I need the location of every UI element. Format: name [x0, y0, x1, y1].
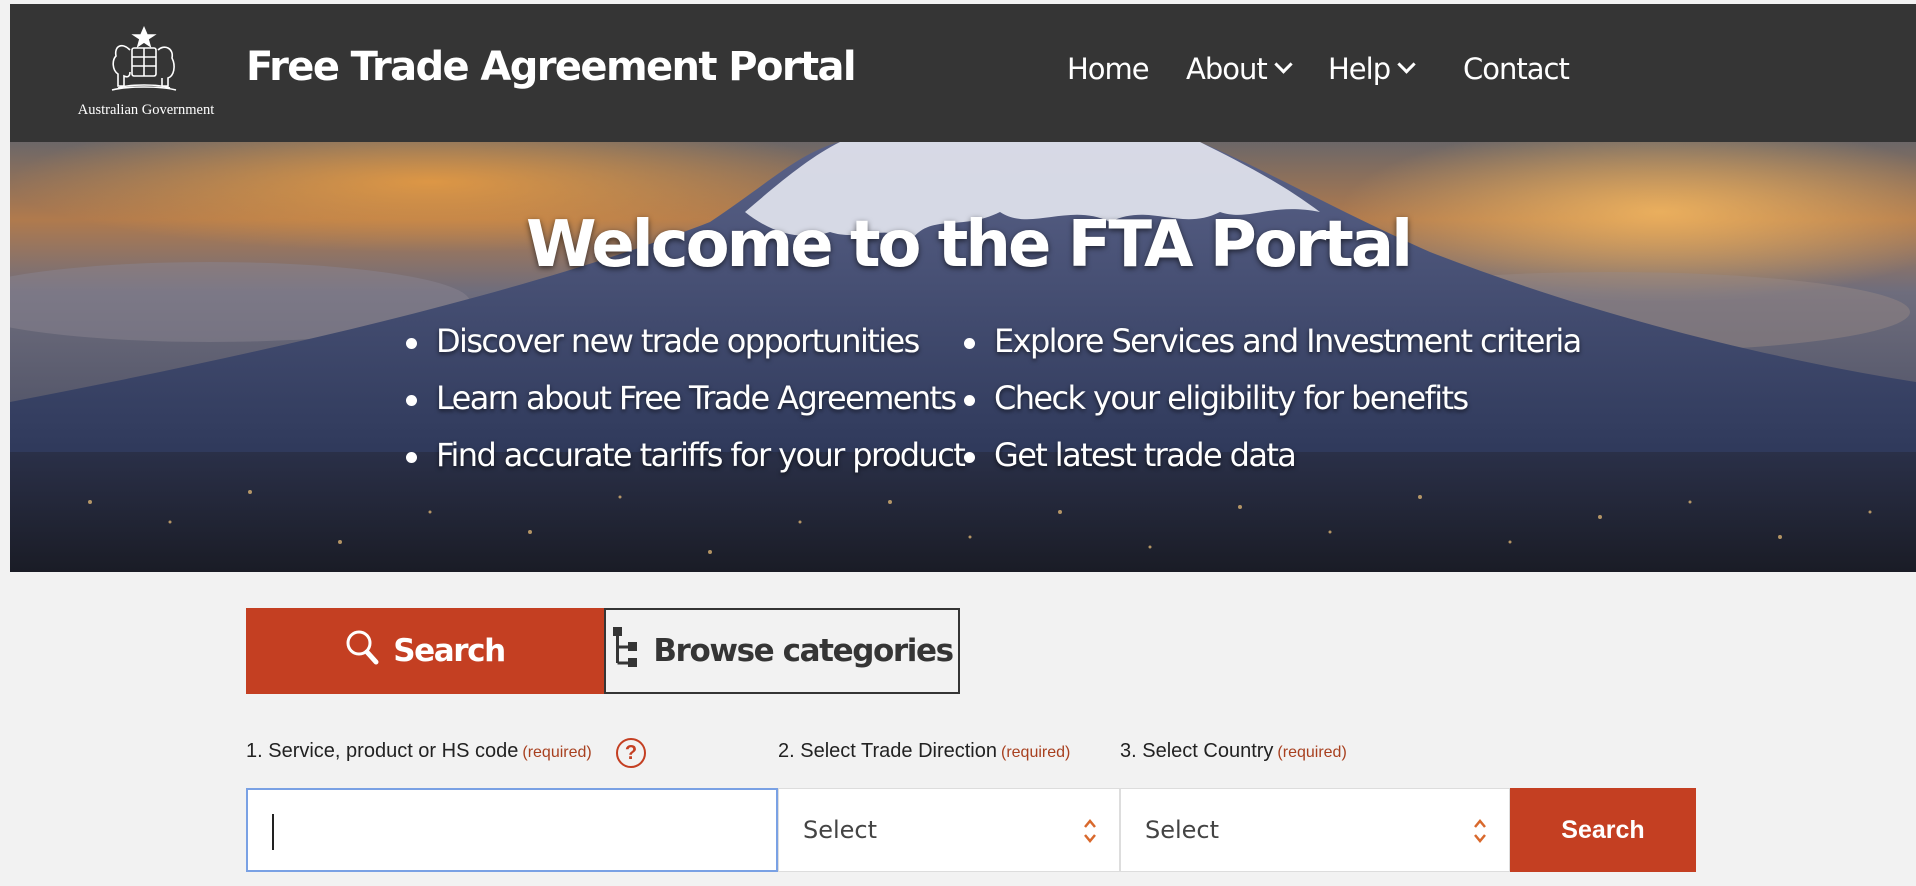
hero-bullet: Find accurate tariffs for your product [404, 436, 966, 493]
tab-search-label: Search [393, 633, 506, 669]
hero-bullet: Learn about Free Trade Agreements [404, 379, 964, 436]
tab-browse-categories[interactable]: Browse categories [604, 608, 960, 694]
required-note: (required) [1001, 744, 1071, 761]
field-product-label: 1. Service, product or HS code (required) [246, 740, 592, 763]
trade-direction-select[interactable]: Select [778, 788, 1120, 872]
trade-direction-value: Select [803, 816, 878, 844]
nav-contact[interactable]: Contact [1463, 52, 1570, 92]
search-icon [345, 629, 379, 673]
country-value: Select [1145, 816, 1220, 844]
field-product-label-text: 1. Service, product or HS code [246, 740, 519, 762]
nav-home-label: Home [1067, 52, 1150, 86]
nav-home[interactable]: Home [1067, 52, 1150, 92]
hero-bullet: Explore Services and Investment criteria [962, 322, 1582, 379]
nav-about-label: About [1186, 52, 1268, 86]
page: Australian Government Free Trade Agreeme… [10, 4, 1916, 886]
hero-banner: Welcome to the FTA Portal Discover new t… [10, 142, 1916, 572]
tab-browse-label: Browse categories [653, 633, 954, 669]
select-arrows-icon [1474, 819, 1486, 843]
site-title[interactable]: Free Trade Agreement Portal [246, 44, 857, 90]
field-country-label: 3. Select Country (required) [1120, 740, 1347, 763]
hero-bullets-left: Discover new trade opportunities Learn a… [404, 322, 966, 493]
product-search-input[interactable] [246, 788, 778, 872]
chevron-down-icon [1397, 55, 1416, 74]
country-select[interactable]: Select [1120, 788, 1510, 872]
required-note: (required) [522, 744, 592, 761]
hero-bullet: Get latest trade data [962, 436, 1581, 493]
hero-title: Welcome to the FTA Portal [526, 208, 1413, 282]
help-question-icon[interactable]: ? [616, 738, 646, 768]
hero-bullets-right: Explore Services and Investment criteria… [962, 322, 1582, 493]
nav-help[interactable]: Help [1328, 52, 1416, 92]
field-direction-label-text: 2. Select Trade Direction [778, 740, 997, 762]
search-button[interactable]: Search [1510, 788, 1696, 872]
chevron-down-icon [1274, 55, 1293, 74]
hero-bullet: Discover new trade opportunities [404, 322, 964, 379]
coat-of-arms-icon [111, 26, 177, 91]
tree-icon [611, 625, 639, 677]
hero-bullet: Check your eligibility for benefits [962, 379, 1581, 436]
field-country-label-text: 3. Select Country [1120, 740, 1274, 762]
required-note: (required) [1277, 744, 1347, 761]
tab-search[interactable]: Search [246, 608, 604, 694]
nav-help-label: Help [1328, 52, 1391, 86]
government-name: Australian Government [77, 102, 215, 118]
field-direction-label: 2. Select Trade Direction (required) [778, 740, 1070, 763]
nav-contact-label: Contact [1463, 52, 1570, 86]
site-header: Australian Government Free Trade Agreeme… [10, 4, 1916, 142]
select-arrows-icon [1084, 819, 1096, 843]
australian-government-logo[interactable]: Australian Government [66, 26, 216, 126]
text-cursor [272, 814, 274, 850]
nav-about[interactable]: About [1186, 52, 1293, 92]
